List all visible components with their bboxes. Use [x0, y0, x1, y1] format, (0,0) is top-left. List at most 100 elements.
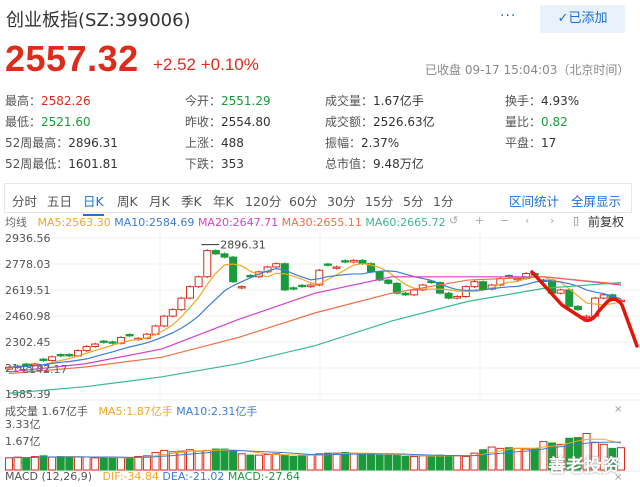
- volume-bar: [341, 451, 350, 471]
- volume-bar: [444, 455, 453, 471]
- volume-tick-label: 1.67亿: [5, 435, 41, 448]
- volume-bar: [323, 452, 332, 471]
- candle: [332, 266, 341, 269]
- candle: [453, 295, 462, 299]
- volume-bar: [522, 448, 531, 471]
- volume-bar: [30, 455, 39, 471]
- volume-bar: [539, 441, 548, 471]
- volume-bar: [39, 455, 48, 471]
- macd-value: MACD:-27.64: [227, 470, 300, 483]
- candle: [48, 356, 57, 361]
- candle: [65, 354, 74, 357]
- candle: [211, 250, 220, 255]
- volume-bar: [186, 449, 195, 471]
- candle: [565, 289, 574, 307]
- volume-label: 成交量 1.67亿手: [5, 405, 88, 418]
- candle: [160, 315, 169, 327]
- volume-bar: [427, 455, 436, 471]
- volume-bar: [384, 454, 393, 471]
- volume-bar: [48, 456, 57, 471]
- candle: [168, 309, 177, 317]
- volume-bar: [349, 452, 358, 471]
- y-tick-label: 2460.98: [5, 310, 51, 323]
- volume-bar: [108, 457, 117, 471]
- hand-drawn-trend-annotation: [530, 270, 639, 348]
- volume-bar: [168, 451, 177, 471]
- high-label: 2896.31: [220, 239, 266, 252]
- candle: [280, 263, 289, 291]
- volume-bar: [306, 453, 315, 471]
- volume-bar: [237, 453, 246, 471]
- volume-bar: [418, 455, 427, 471]
- candle: [298, 284, 307, 288]
- candle: [82, 346, 91, 352]
- volume-bar: [332, 452, 341, 471]
- candle: [108, 341, 117, 344]
- volume-bar: [177, 450, 186, 471]
- macd-dea: DEA:-21.02: [162, 470, 225, 483]
- candle: [39, 358, 48, 361]
- volume-bar: [99, 457, 108, 471]
- volume-bar: [246, 454, 255, 471]
- volume-bar: [151, 451, 160, 471]
- volume-bar: [160, 449, 169, 471]
- volume-bar: [56, 455, 65, 471]
- macd-legend: MACD (12,26,9) DIF:-34.84 DEA:-21.02 MAC…: [5, 470, 300, 483]
- volume-legend: 成交量 1.67亿手 MA5:1.87亿手 MA10:2.31亿手: [5, 403, 257, 419]
- volume-bar: [13, 456, 22, 471]
- candle: [125, 334, 134, 337]
- candle: [177, 297, 186, 311]
- candle: [479, 281, 488, 290]
- candle: [194, 276, 203, 288]
- ma60-line: [8, 281, 622, 394]
- volume-bar: [358, 453, 367, 471]
- candle: [99, 340, 108, 343]
- volume-bar: [479, 449, 488, 471]
- candle: [306, 284, 315, 288]
- candle: [573, 305, 582, 311]
- volume-bar: [254, 454, 263, 471]
- candle: [186, 286, 195, 299]
- volume-bar: [487, 446, 496, 471]
- volume-bar: [315, 453, 324, 471]
- watermark: 善老投资: [548, 456, 620, 477]
- volume-tick-label: 3.33亿: [5, 418, 41, 431]
- candle: [470, 281, 479, 288]
- volume-bar: [280, 454, 289, 471]
- candle: [272, 263, 281, 268]
- volume-bar: [142, 455, 151, 471]
- volume-ma10: MA10:2.31亿手: [176, 405, 258, 418]
- y-tick-label: 2619.51: [5, 284, 51, 297]
- volume-bar: [435, 454, 444, 471]
- volume-bar: [22, 457, 31, 471]
- volume-bar: [117, 457, 126, 471]
- volume-bar: [5, 457, 13, 471]
- volume-bar: [65, 456, 74, 471]
- volume-bar: [453, 455, 462, 471]
- volume-bar: [272, 453, 281, 471]
- y-tick-label: 2936.56: [5, 232, 51, 245]
- volume-bar: [91, 457, 100, 471]
- volume-bar: [375, 454, 384, 471]
- candle: [220, 253, 229, 258]
- volume-bar: [289, 455, 298, 471]
- macd-label: MACD (12,26,9): [5, 470, 93, 483]
- volume-bar: [298, 455, 307, 471]
- close-volume-icon[interactable]: ×: [614, 404, 622, 415]
- volume-bar: [530, 447, 539, 471]
- candle: [91, 343, 100, 348]
- volume-bar: [229, 449, 238, 471]
- y-tick-label: 2778.03: [5, 258, 51, 271]
- volume-bar: [220, 448, 229, 471]
- candle: [599, 294, 608, 299]
- candle: [229, 256, 238, 283]
- volume-bar: [367, 453, 376, 471]
- candle: [410, 289, 419, 296]
- candle: [556, 289, 565, 294]
- volume-bar: [134, 455, 143, 471]
- volume-bar: [410, 455, 419, 471]
- candle: [289, 287, 298, 290]
- macd-dif: DIF:-34.84: [102, 470, 159, 483]
- candle: [444, 292, 453, 299]
- candle: [203, 250, 212, 278]
